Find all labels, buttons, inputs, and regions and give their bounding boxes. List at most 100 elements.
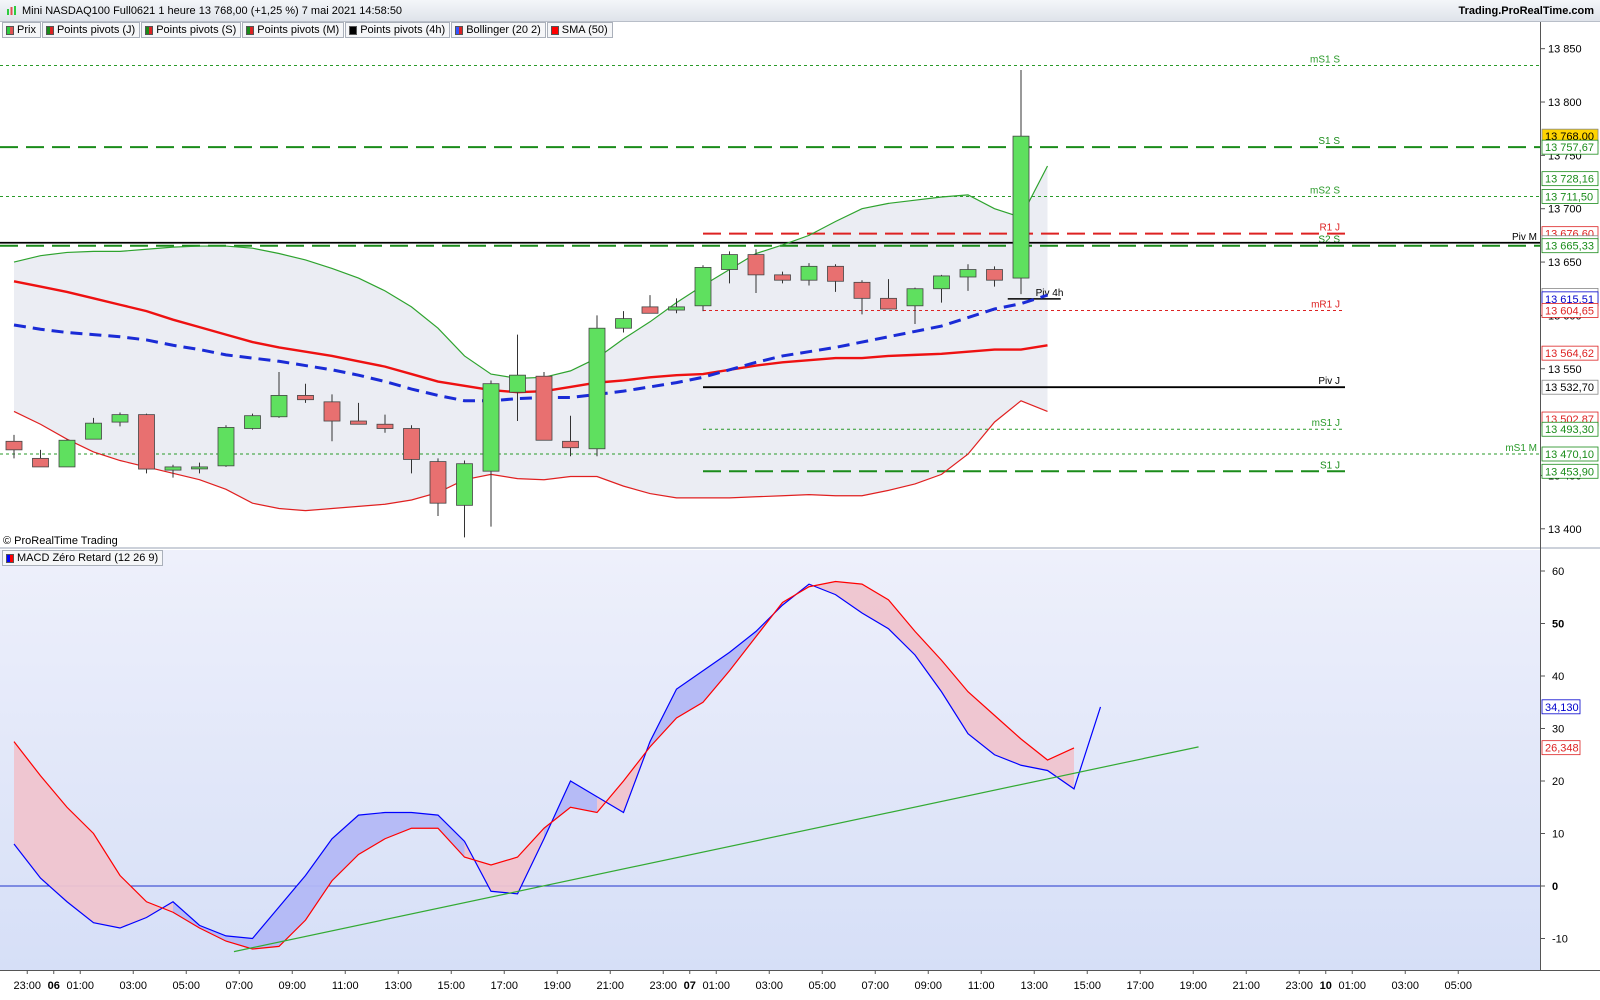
candle-body bbox=[429, 461, 447, 504]
legend-item-6[interactable]: SMA (50) bbox=[546, 22, 613, 38]
candle-body bbox=[191, 466, 208, 470]
price-badge-label: 13 728,16 bbox=[1545, 174, 1594, 186]
legend-item-1[interactable]: Points pivots (J) bbox=[41, 22, 141, 38]
time-tick-label: 01:00 bbox=[1338, 980, 1366, 992]
level-label: Piv J bbox=[1318, 376, 1340, 387]
candle-body bbox=[800, 265, 818, 281]
candle-body bbox=[138, 414, 155, 470]
time-tick-label: 13:00 bbox=[384, 980, 412, 992]
level-label: S1 J bbox=[1320, 460, 1340, 471]
candle-body bbox=[164, 466, 182, 471]
indicator-legend: Prix Points pivots (J) Points pivots (S) Po… bbox=[2, 22, 614, 38]
candle bbox=[588, 315, 606, 457]
level-label: R1 J bbox=[1319, 223, 1340, 234]
legend-swatch-icon bbox=[550, 25, 559, 35]
time-tick-label: 07:00 bbox=[225, 980, 253, 992]
candle bbox=[138, 413, 155, 474]
candle bbox=[694, 265, 712, 312]
time-tick-label: 10 bbox=[1320, 980, 1332, 992]
macd-tick-label: 30 bbox=[1552, 724, 1564, 736]
candle-body bbox=[588, 327, 606, 450]
level-label: S1 S bbox=[1318, 136, 1340, 147]
time-tick-label: 21:00 bbox=[1232, 980, 1260, 992]
price-badge: 13 711,50 bbox=[1541, 189, 1599, 204]
candle-body bbox=[403, 428, 420, 460]
legend-label: SMA (50) bbox=[561, 24, 608, 36]
candle-body bbox=[615, 318, 632, 329]
legend-swatch-icon bbox=[45, 25, 54, 35]
legend-item-5[interactable]: Bollinger (20 2) bbox=[451, 22, 546, 38]
time-tick-label: 23:00 bbox=[13, 980, 41, 992]
candle-body bbox=[906, 288, 924, 307]
legend-swatch-icon bbox=[6, 25, 14, 35]
candle-body bbox=[694, 266, 712, 307]
copyright-text: © ProRealTime Trading bbox=[3, 535, 118, 547]
legend-label: Points pivots (S) bbox=[156, 24, 237, 36]
candle-body bbox=[85, 422, 102, 440]
legend-label: Points pivots (M) bbox=[257, 24, 340, 36]
time-tick-label: 17:00 bbox=[1126, 980, 1154, 992]
macd-panel-background bbox=[0, 550, 1540, 970]
legend-swatch-icon bbox=[246, 25, 255, 35]
price-axis-background bbox=[1540, 22, 1600, 970]
chart-canvas[interactable]: mS1 S S1 S mS2 S R1 JS2 S Piv M Piv 4h mR1 J Pi… bbox=[0, 0, 1600, 1000]
time-tick-label: 15:00 bbox=[437, 980, 465, 992]
price-badge-label: 13 604,65 bbox=[1545, 305, 1594, 317]
legend-swatch-icon bbox=[455, 25, 464, 35]
time-tick-label: 07 bbox=[684, 980, 696, 992]
legend-item-0[interactable]: Prix bbox=[2, 22, 41, 38]
legend-label: Prix bbox=[17, 24, 36, 36]
legend-item-2[interactable]: Points pivots (S) bbox=[141, 22, 242, 38]
macd-tick-label: -10 bbox=[1552, 934, 1568, 946]
legend-label: Bollinger (20 2) bbox=[466, 24, 541, 36]
price-badge: 13 757,67 bbox=[1541, 139, 1599, 155]
price-badge: 13 453,90 bbox=[1541, 463, 1599, 479]
candle-body bbox=[933, 275, 950, 290]
price-badge-label: 13 757,67 bbox=[1545, 142, 1594, 154]
time-tick-label: 15:00 bbox=[1073, 980, 1101, 992]
level-label: mS1 M bbox=[1505, 443, 1537, 454]
candle-body bbox=[641, 306, 659, 314]
candle-body bbox=[244, 415, 261, 429]
price-badge: 13 665,33 bbox=[1541, 238, 1599, 254]
legend-item-3[interactable]: Points pivots (M) bbox=[242, 22, 345, 38]
level-label: mS1 J bbox=[1312, 418, 1340, 429]
candle-body bbox=[509, 374, 526, 393]
candle-body bbox=[32, 457, 49, 468]
time-tick-label: 03:00 bbox=[1391, 980, 1419, 992]
time-tick-label: 03:00 bbox=[755, 980, 783, 992]
time-tick-label: 01:00 bbox=[702, 980, 730, 992]
price-tick-label: 13 700 bbox=[1548, 204, 1582, 216]
candle-body bbox=[217, 427, 235, 467]
candle-body bbox=[5, 440, 23, 451]
price-badge-label: 13 453,90 bbox=[1545, 466, 1594, 478]
level-label: mR1 J bbox=[1311, 299, 1340, 310]
price-badge: 13 470,10 bbox=[1541, 446, 1599, 462]
time-tick-label: 01:00 bbox=[66, 980, 94, 992]
macd-tick-label: 50 bbox=[1552, 619, 1564, 631]
macd-legend-label: MACD Zéro Retard (12 26 9) bbox=[17, 552, 159, 564]
time-tick-label: 05:00 bbox=[808, 980, 836, 992]
time-tick-label: 23:00 bbox=[649, 980, 677, 992]
price-badge-label: 13 470,10 bbox=[1545, 449, 1594, 461]
candle-body bbox=[535, 375, 553, 441]
price-tick-label: 13 650 bbox=[1548, 257, 1582, 269]
time-tick-label: 11:00 bbox=[968, 980, 995, 992]
candle-body bbox=[1012, 135, 1030, 279]
time-tick-label: 19:00 bbox=[543, 980, 571, 992]
macd-legend[interactable]: MACD Zéro Retard (12 26 9) bbox=[2, 550, 164, 566]
macd-tick-label: 0 bbox=[1552, 881, 1558, 893]
time-tick-label: 05:00 bbox=[172, 980, 200, 992]
candle-body bbox=[959, 269, 977, 278]
legend-swatch-icon bbox=[145, 25, 154, 35]
candle-body bbox=[853, 281, 871, 299]
price-tick-label: 13 800 bbox=[1548, 97, 1582, 109]
time-tick-label: 09:00 bbox=[914, 980, 942, 992]
time-tick-label: 13:00 bbox=[1020, 980, 1048, 992]
macd-badge: 34,130 bbox=[1541, 699, 1581, 715]
time-tick-label: 23:00 bbox=[1285, 980, 1313, 992]
legend-item-4[interactable]: Points pivots (4h) bbox=[345, 22, 451, 38]
time-tick-label: 05:00 bbox=[1444, 980, 1472, 992]
time-tick-label: 19:00 bbox=[1179, 980, 1207, 992]
time-tick-label: 07:00 bbox=[861, 980, 889, 992]
